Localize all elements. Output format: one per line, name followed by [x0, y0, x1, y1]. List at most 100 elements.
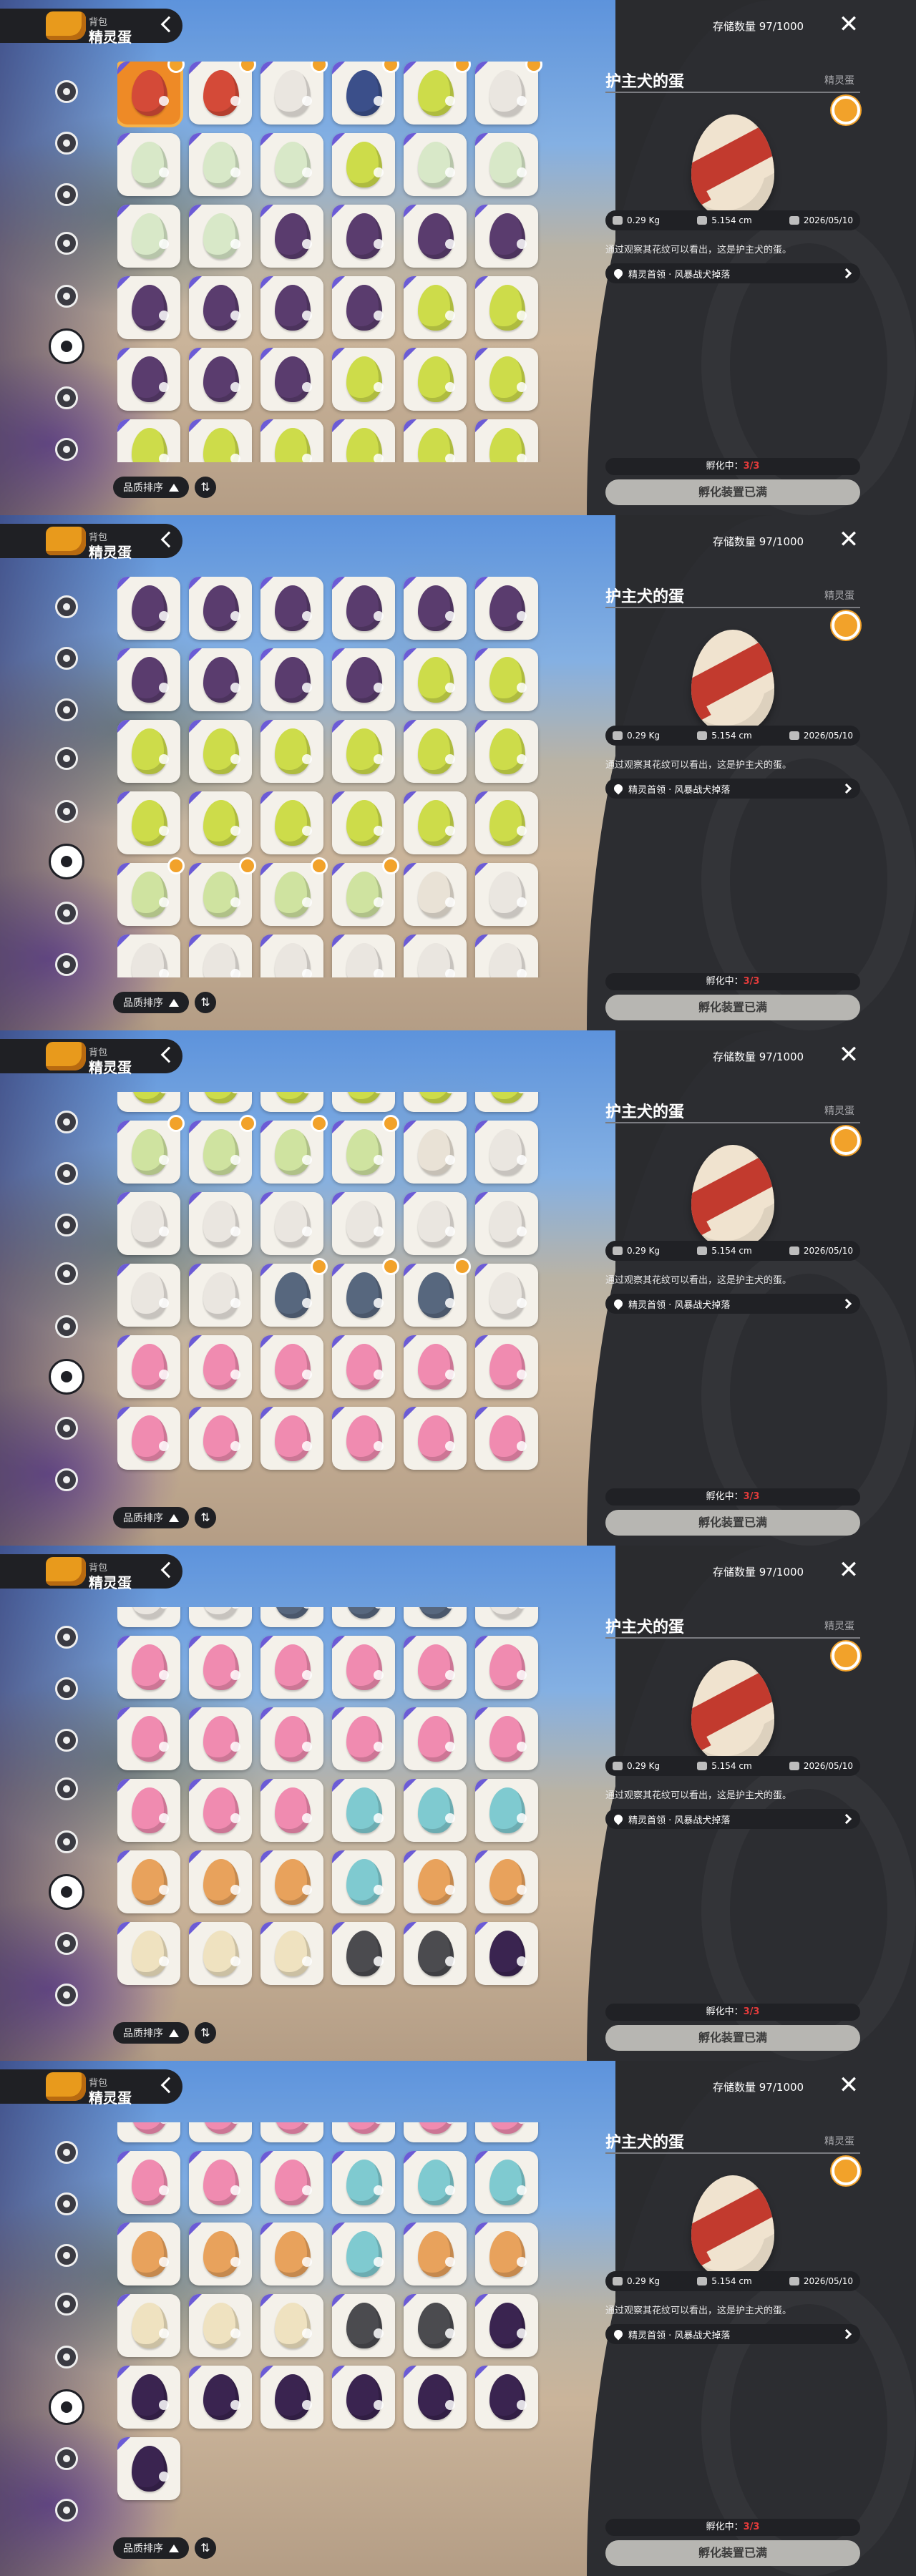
egg-slot[interactable]	[117, 1407, 180, 1470]
egg-slot[interactable]	[189, 348, 252, 411]
egg-slot[interactable]	[260, 2151, 323, 2214]
sidebar-category-4[interactable]	[42, 1255, 92, 1292]
egg-slot[interactable]	[189, 648, 252, 711]
sidebar-category-8[interactable]	[42, 946, 92, 983]
egg-slot[interactable]	[404, 1092, 467, 1112]
egg-slot[interactable]	[332, 1407, 395, 1470]
egg-slot[interactable]	[189, 1779, 252, 1842]
egg-slot[interactable]	[475, 1607, 538, 1627]
egg-slot[interactable]	[260, 348, 323, 411]
egg-slot[interactable]	[475, 1850, 538, 1913]
sidebar-category-5[interactable]	[42, 278, 92, 315]
egg-slot[interactable]	[475, 62, 542, 125]
egg-slot[interactable]	[117, 720, 180, 783]
sidebar-category-6[interactable]	[42, 1873, 92, 1911]
egg-slot[interactable]	[404, 720, 467, 783]
drop-location-link[interactable]: 精灵首领 · 风暴战犬掉落	[605, 263, 860, 283]
sidebar-category-3[interactable]	[42, 691, 92, 728]
egg-slot[interactable]	[260, 791, 323, 854]
sidebar-category-3[interactable]	[42, 1206, 92, 1244]
egg-slot[interactable]	[404, 62, 471, 125]
egg-slot[interactable]	[475, 276, 538, 339]
egg-slot[interactable]	[404, 1335, 467, 1398]
close-icon[interactable]: ✕	[836, 11, 862, 37]
egg-slot[interactable]	[332, 1115, 399, 1184]
egg-slot[interactable]	[332, 1636, 395, 1699]
egg-slot[interactable]	[189, 2294, 252, 2357]
egg-slot[interactable]	[189, 205, 252, 268]
egg-slot[interactable]	[404, 1258, 471, 1327]
egg-slot[interactable]	[332, 1258, 399, 1327]
sidebar-category-7[interactable]	[42, 894, 92, 932]
egg-slot[interactable]	[117, 1192, 180, 1255]
back-chevron-icon[interactable]	[160, 16, 177, 33]
egg-slot[interactable]	[117, 648, 180, 711]
egg-slot[interactable]	[332, 1335, 395, 1398]
sort-toggle-icon[interactable]: ⇅	[195, 1507, 216, 1528]
sidebar-category-5[interactable]	[42, 2338, 92, 2376]
egg-slot[interactable]	[475, 1121, 538, 1184]
egg-slot[interactable]	[117, 1335, 180, 1398]
sidebar-category-7[interactable]	[42, 379, 92, 416]
egg-slot[interactable]	[260, 1922, 323, 1985]
back-chevron-icon[interactable]	[160, 1046, 177, 1063]
egg-slot[interactable]	[332, 2122, 395, 2142]
sidebar-category-8[interactable]	[42, 431, 92, 468]
sidebar-category-5[interactable]	[42, 1823, 92, 1860]
egg-slot[interactable]	[189, 1407, 252, 1470]
egg-slot[interactable]	[404, 133, 467, 196]
egg-slot[interactable]	[404, 419, 467, 462]
sidebar-category-1[interactable]	[42, 2134, 92, 2171]
sidebar-category-6[interactable]	[42, 1358, 92, 1395]
egg-slot[interactable]	[117, 276, 180, 339]
egg-slot[interactable]	[404, 2223, 467, 2285]
egg-slot[interactable]	[475, 205, 538, 268]
egg-slot[interactable]	[475, 720, 538, 783]
egg-slot[interactable]	[404, 348, 467, 411]
sidebar-category-6[interactable]	[42, 2389, 92, 2426]
egg-slot[interactable]	[404, 1636, 467, 1699]
egg-slot[interactable]	[404, 205, 467, 268]
hatch-button[interactable]: 孵化装置已满	[605, 2540, 860, 2566]
egg-slot[interactable]	[475, 1922, 538, 1985]
drop-location-link[interactable]: 精灵首领 · 风暴战犬掉落	[605, 2324, 860, 2344]
bag-title-bar[interactable]: 背包 精灵蛋	[0, 524, 182, 561]
sidebar-category-4[interactable]	[42, 225, 92, 262]
egg-slot[interactable]	[260, 1636, 323, 1699]
egg-slot[interactable]	[260, 2294, 323, 2357]
close-icon[interactable]: ✕	[836, 1042, 862, 1068]
drop-location-link[interactable]: 精灵首领 · 风暴战犬掉落	[605, 1809, 860, 1829]
egg-slot[interactable]	[260, 648, 323, 711]
egg-slot[interactable]	[189, 276, 252, 339]
egg-slot[interactable]	[189, 62, 256, 125]
back-chevron-icon[interactable]	[160, 2077, 177, 2094]
sort-toggle-icon[interactable]: ⇅	[195, 992, 216, 1013]
sort-quality-button[interactable]: 品质排序	[113, 2022, 189, 2044]
close-icon[interactable]: ✕	[836, 2072, 862, 2098]
egg-slot[interactable]	[332, 419, 395, 462]
egg-slot[interactable]	[332, 935, 395, 977]
egg-slot[interactable]	[117, 1850, 180, 1913]
egg-slot[interactable]	[117, 1707, 180, 1770]
sidebar-category-1[interactable]	[42, 588, 92, 625]
egg-slot[interactable]	[260, 2366, 323, 2429]
egg-slot[interactable]	[475, 1407, 538, 1470]
sidebar-category-2[interactable]	[42, 2185, 92, 2223]
sort-quality-button[interactable]: 品质排序	[113, 992, 189, 1013]
egg-slot[interactable]	[117, 1779, 180, 1842]
egg-slot[interactable]	[117, 133, 180, 196]
egg-slot[interactable]	[117, 1115, 185, 1184]
egg-slot[interactable]	[260, 935, 323, 977]
egg-slot[interactable]	[332, 1922, 395, 1985]
egg-slot[interactable]	[260, 62, 328, 125]
sidebar-category-1[interactable]	[42, 1619, 92, 1656]
egg-slot[interactable]	[117, 577, 180, 640]
egg-slot[interactable]	[117, 348, 180, 411]
egg-slot[interactable]	[475, 348, 538, 411]
sidebar-category-6[interactable]	[42, 328, 92, 365]
egg-slot[interactable]	[332, 1092, 395, 1112]
egg-slot[interactable]	[189, 1707, 252, 1770]
egg-slot[interactable]	[404, 648, 467, 711]
close-icon[interactable]: ✕	[836, 1557, 862, 1583]
egg-slot[interactable]	[189, 1636, 252, 1699]
